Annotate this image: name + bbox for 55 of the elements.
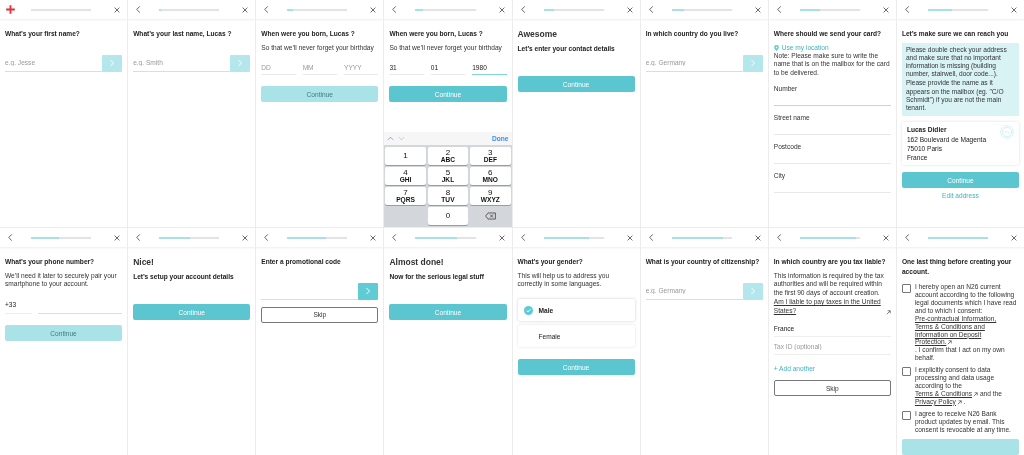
close-icon[interactable]: [113, 233, 122, 242]
heading: Almost done!: [389, 257, 445, 267]
check-icon: [523, 305, 533, 315]
checkbox[interactable]: [901, 367, 911, 377]
next-button[interactable]: [358, 282, 379, 300]
chevron-icon: [749, 59, 756, 68]
close-icon[interactable]: [625, 233, 634, 242]
close-icon[interactable]: [241, 233, 250, 242]
progress-bar: [159, 236, 220, 239]
flag-icon[interactable]: [6, 5, 15, 14]
back-icon[interactable]: [774, 5, 784, 14]
checkbox[interactable]: [901, 410, 911, 420]
close-icon[interactable]: [625, 5, 634, 14]
chevron-icon: [749, 287, 756, 296]
close-icon[interactable]: [1010, 5, 1018, 14]
keypad-key[interactable]: 0: [427, 207, 469, 225]
progress-bar: [415, 236, 476, 239]
progress-bar: [671, 236, 732, 239]
delete-key-icon[interactable]: [484, 212, 496, 220]
progress-bar: [927, 236, 988, 239]
progress-bar: [927, 8, 988, 11]
back-icon[interactable]: [6, 233, 15, 242]
back-icon[interactable]: [518, 233, 528, 242]
close-icon[interactable]: [753, 5, 762, 14]
progress-bar: [287, 236, 348, 239]
progress-bar: [799, 8, 860, 11]
back-icon[interactable]: [774, 233, 784, 242]
back-icon[interactable]: [902, 5, 912, 14]
chevron-icon: [109, 59, 116, 68]
back-icon[interactable]: [902, 233, 912, 242]
close-icon[interactable]: [369, 5, 378, 14]
close-icon[interactable]: [113, 5, 122, 14]
chevron-icon: [237, 59, 244, 68]
external-link-icon: [885, 310, 891, 316]
keypad-key[interactable]: 1: [385, 147, 426, 165]
close-icon[interactable]: [369, 233, 378, 242]
back-icon[interactable]: [646, 233, 656, 242]
close-icon[interactable]: [881, 233, 890, 242]
close-icon[interactable]: [1010, 233, 1018, 242]
heading: Awesome: [517, 29, 559, 39]
progress-bar: [543, 236, 604, 239]
location-pin-icon: [773, 44, 779, 51]
progress-bar: [799, 236, 860, 239]
close-icon[interactable]: [753, 233, 762, 242]
close-icon[interactable]: [497, 5, 506, 14]
stamp-icon: [1000, 125, 1014, 140]
close-icon[interactable]: [881, 5, 890, 14]
back-icon[interactable]: [646, 5, 656, 14]
progress-bar: [31, 236, 92, 239]
heading: Nice!: [133, 257, 155, 267]
close-icon[interactable]: [497, 233, 506, 242]
close-icon[interactable]: [241, 5, 250, 14]
checkbox[interactable]: [901, 284, 911, 294]
back-icon[interactable]: [518, 5, 528, 14]
chevron-icon: [365, 287, 372, 296]
